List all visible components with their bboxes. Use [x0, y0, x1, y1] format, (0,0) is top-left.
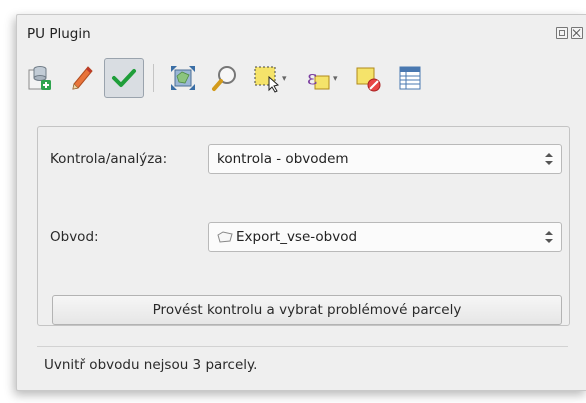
perimeter-value: Export_vse-obvod	[236, 229, 358, 245]
polygon-layer-icon	[217, 231, 233, 243]
deselect-features-icon	[356, 67, 381, 92]
pencil-edit-icon	[72, 66, 93, 90]
attribute-table-icon	[399, 66, 421, 90]
run-check-button[interactable]: Provést kontrolu a vybrat problémové par…	[52, 295, 562, 325]
deselect-features-button[interactable]	[348, 58, 388, 98]
zoom-full-button[interactable]	[163, 58, 203, 98]
chevron-down-icon[interactable]: ▾	[282, 74, 287, 84]
zoom-magnifier-icon	[212, 66, 236, 91]
zoom-full-extent-icon	[171, 66, 195, 90]
select-features-button[interactable]	[247, 58, 287, 98]
form-group: Kontrola/analýza: kontrola - obvodem Obv…	[37, 126, 570, 326]
svg-text:ε: ε	[307, 65, 317, 89]
updown-arrows-icon	[545, 151, 553, 167]
checkmark-icon	[112, 69, 136, 87]
check-type-select[interactable]: kontrola - obvodem	[208, 144, 562, 174]
select-by-expression-icon: ε	[307, 65, 330, 90]
edit-button[interactable]	[62, 58, 102, 98]
check-label: Kontrola/analýza:	[50, 151, 168, 167]
select-features-icon	[254, 66, 280, 93]
attribute-table-button[interactable]	[390, 58, 430, 98]
check-type-value: kontrola - obvodem	[217, 151, 349, 167]
divider	[37, 346, 568, 347]
chevron-down-icon[interactable]: ▾	[333, 74, 338, 84]
zoom-button[interactable]	[205, 58, 245, 98]
add-database-layer-icon	[28, 66, 51, 90]
window-title: PU Plugin	[27, 26, 91, 42]
status-message: Uvnitř obvodu nejsou 3 parcely.	[44, 357, 258, 373]
perimeter-label: Obvod:	[50, 229, 99, 245]
close-panel-icon[interactable]	[571, 27, 583, 39]
add-database-layer-button[interactable]	[20, 58, 60, 98]
updown-arrows-icon	[545, 229, 553, 245]
check-button[interactable]	[104, 58, 144, 98]
float-panel-icon[interactable]	[556, 27, 568, 39]
title-bar: PU Plugin	[17, 15, 586, 49]
select-by-expression-button[interactable]: ε	[298, 58, 338, 98]
perimeter-select[interactable]: Export_vse-obvod	[208, 222, 562, 252]
